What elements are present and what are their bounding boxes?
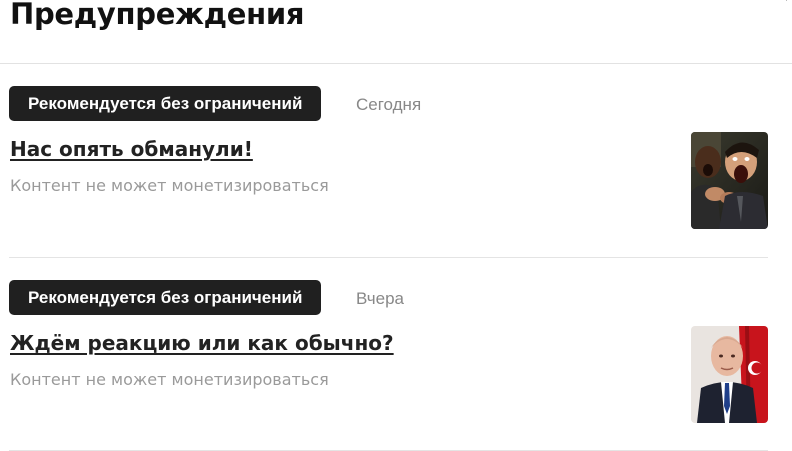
- recommendation-badge[interactable]: Рекомендуется без ограничений: [9, 86, 322, 121]
- page-title: Предупреждения: [10, 0, 305, 31]
- video-thumbnail[interactable]: [691, 132, 768, 229]
- video-thumbnail[interactable]: [691, 326, 768, 423]
- monetization-status: Контент не может монетизироваться: [10, 176, 329, 195]
- alert-date: Сегодня: [356, 95, 422, 114]
- man-in-suit-with-flag-photo: [691, 326, 768, 423]
- corner-mark: [780, 0, 787, 1]
- alerts-page: Предупреждения Рекомендуется без огранич…: [0, 0, 792, 451]
- recommendation-badge[interactable]: Рекомендуется без ограничений: [9, 280, 322, 315]
- video-title-link[interactable]: Нас опять обманули!: [10, 136, 253, 162]
- alert-date: Вчера: [356, 289, 404, 308]
- alert-item: Рекомендуется без ограничений Вчера Ждём…: [0, 258, 792, 451]
- video-title-link[interactable]: Ждём реакцию или как обычно?: [10, 330, 394, 356]
- alert-item: Рекомендуется без ограничений Сегодня На…: [0, 64, 792, 258]
- page-header: Предупреждения: [0, 0, 792, 64]
- monetization-status: Контент не может монетизироваться: [10, 370, 329, 389]
- shocked-men-photo: [691, 132, 768, 229]
